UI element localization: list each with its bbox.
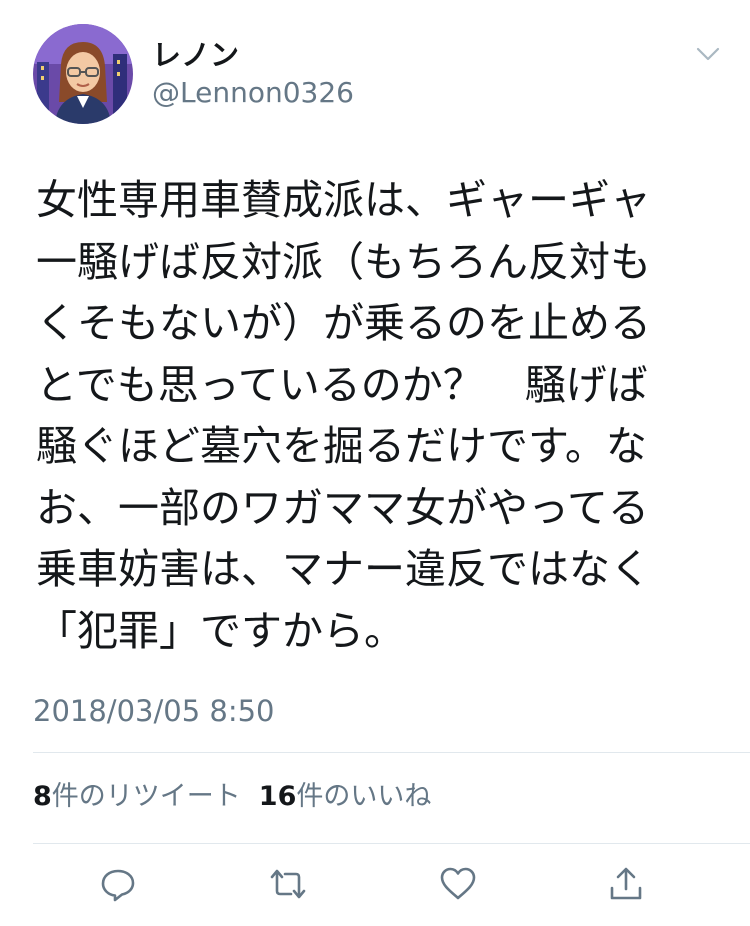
divider: [33, 752, 750, 753]
retweet-button[interactable]: [264, 862, 312, 906]
like-stat[interactable]: 16 件のいいね: [259, 780, 432, 814]
reply-icon: [101, 869, 135, 902]
retweet-count: 8: [33, 781, 52, 812]
retweet-label: 件のリツイート: [51, 781, 241, 812]
avatar[interactable]: [33, 24, 133, 124]
tweet-timestamp[interactable]: 2018/03/05 8:50: [33, 694, 275, 728]
like-label: 件のいいね: [296, 781, 432, 812]
caret-down-icon[interactable]: [690, 40, 726, 68]
retweet-icon: [270, 869, 306, 899]
retweet-stat[interactable]: 8 件のリツイート: [33, 780, 241, 814]
divider: [33, 843, 750, 844]
tweet-stats: 8 件のリツイート 16 件のいいね: [33, 780, 431, 814]
user-handle[interactable]: @Lennon0326: [152, 77, 354, 109]
share-button[interactable]: [602, 862, 650, 906]
share-icon: [610, 867, 642, 900]
display-name[interactable]: レノン: [152, 38, 239, 72]
tweet-text: 女性専用車賛成派は、ギャーギャ 一騒げば反対派（もちろん反対も くそもないが）が…: [36, 176, 651, 655]
like-count: 16: [258, 781, 297, 812]
reply-button[interactable]: [94, 862, 142, 906]
heart-icon: [440, 867, 476, 900]
like-button[interactable]: [434, 862, 482, 906]
